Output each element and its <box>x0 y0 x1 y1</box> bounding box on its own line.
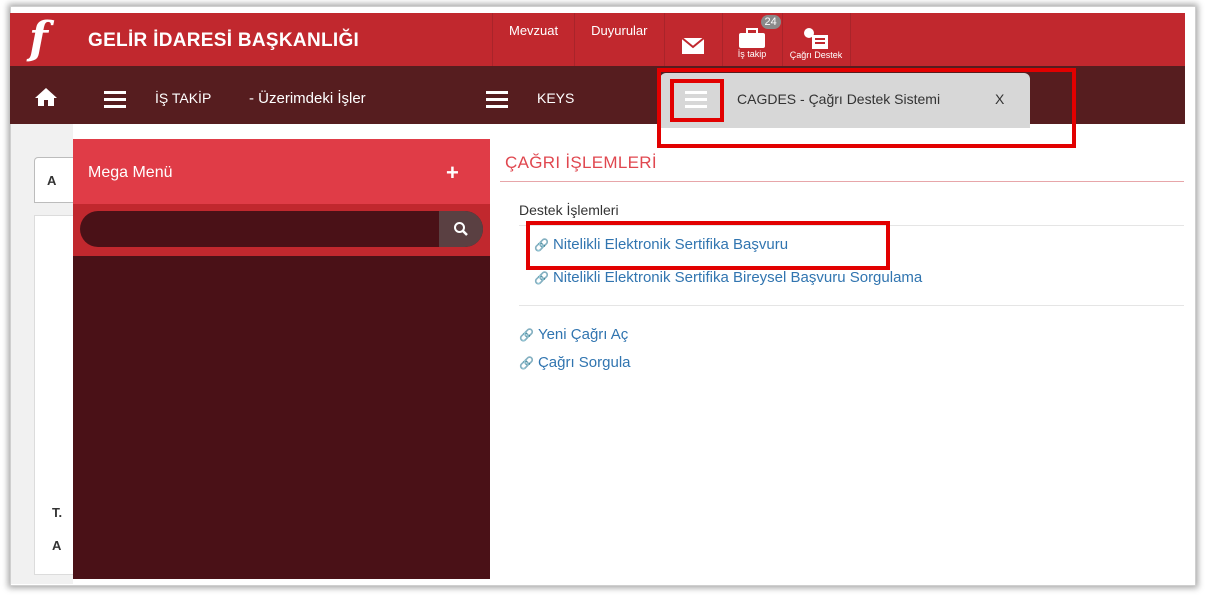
briefcase-icon <box>739 28 765 48</box>
section-heading: Destek İşlemleri <box>519 202 619 218</box>
link-label: Çağrı Sorgula <box>537 354 631 371</box>
link-icon: 🔗 <box>519 328 534 342</box>
gib-logo[interactable]: f <box>29 14 63 64</box>
cagri-destek-button[interactable]: Çağrı Destek <box>781 13 850 66</box>
support-form-icon <box>804 28 828 49</box>
top-nav: Mevzuat Duyurular İş takip 24 Çağrı Dest… <box>492 13 851 66</box>
nav-divider <box>849 13 851 66</box>
left-panel-card <box>34 215 74 575</box>
left-panel-text-2: A <box>52 538 62 553</box>
istakip-menu-icon[interactable] <box>104 91 126 108</box>
brand-title[interactable]: GELİR İDARESİ BAŞKANLIĞI <box>88 30 359 52</box>
nav-mevzuat[interactable]: Mevzuat <box>492 13 574 66</box>
link-icon: 🔗 <box>519 356 534 370</box>
left-panel-text-1: T. <box>52 505 63 520</box>
link-yeni-cagri[interactable]: 🔗 Yeni Çağrı Aç <box>519 326 628 343</box>
mail-button[interactable] <box>663 13 722 66</box>
search-button[interactable] <box>439 211 483 247</box>
link-label: Nitelikli Elektronik Sertifika Bireysel … <box>552 269 923 286</box>
cagri-destek-label: Çağrı Destek <box>789 50 843 60</box>
highlight-menu-icon-box <box>670 79 724 122</box>
link-icon: 🔗 <box>534 271 549 285</box>
highlight-basvuru-box <box>526 221 890 270</box>
mega-menu-plus-icon[interactable]: + <box>446 160 459 186</box>
uzerimdeki-isler-link[interactable]: - Üzerimdeki İşler <box>249 90 366 107</box>
is-takip-badge: 24 <box>760 15 781 29</box>
is-takip-label: İş takip <box>737 49 767 59</box>
left-panel-tab[interactable]: A <box>34 157 74 203</box>
link-cagri-sorgula[interactable]: 🔗 Çağrı Sorgula <box>519 354 631 371</box>
keys-menu-icon[interactable] <box>486 91 508 108</box>
page-title: ÇAĞRI İŞLEMLERİ <box>505 153 657 172</box>
home-icon[interactable] <box>34 87 58 107</box>
search-icon <box>454 222 468 236</box>
is-takip-button[interactable]: İş takip 24 <box>721 13 782 66</box>
left-panel-divider <box>34 202 74 203</box>
keys-link[interactable]: KEYS <box>537 90 574 106</box>
link-nitelikli-sorgulama[interactable]: 🔗 Nitelikli Elektronik Sertifika Bireysel… <box>534 269 922 286</box>
envelope-icon <box>682 37 704 54</box>
title-divider <box>500 181 1184 182</box>
mega-menu-search-input[interactable] <box>80 211 483 247</box>
link-label: Yeni Çağrı Aç <box>537 326 629 343</box>
mega-menu-title: Mega Menü <box>88 164 173 181</box>
istakip-link[interactable]: İŞ TAKİP <box>155 90 211 106</box>
nav-duyurular[interactable]: Duyurular <box>574 13 663 66</box>
group-divider <box>519 305 1184 306</box>
